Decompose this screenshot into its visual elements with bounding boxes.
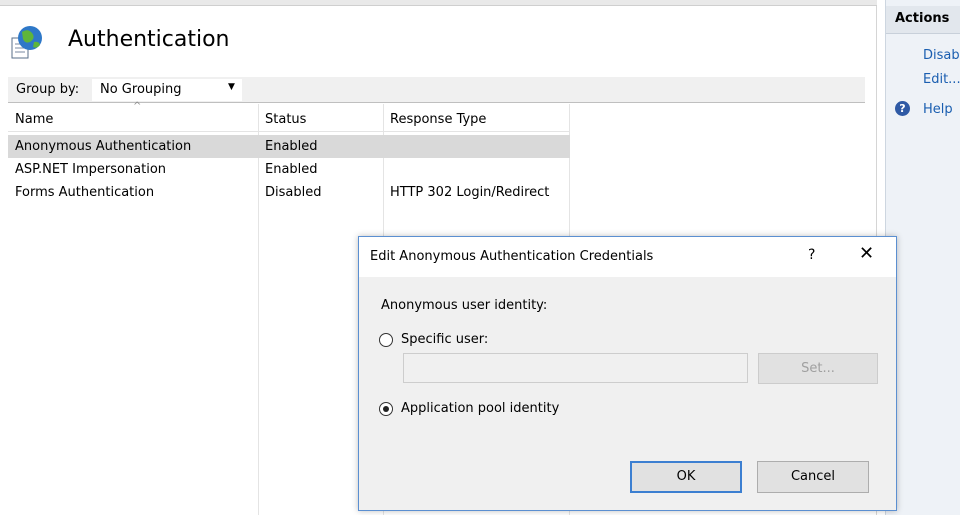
help-action-link[interactable]: Help bbox=[923, 102, 953, 117]
row-status: Disabled bbox=[265, 185, 322, 200]
column-header-name[interactable]: Name bbox=[15, 112, 53, 127]
column-header-status[interactable]: Status bbox=[265, 112, 306, 127]
top-strip bbox=[0, 0, 877, 6]
row-status: Enabled bbox=[265, 162, 318, 177]
page-title: Authentication bbox=[68, 27, 230, 52]
group-by-dropdown[interactable]: No Grouping ▼ bbox=[92, 79, 242, 101]
close-icon[interactable]: ✕ bbox=[859, 245, 874, 263]
app-pool-identity-label[interactable]: Application pool identity bbox=[401, 401, 559, 416]
cancel-button[interactable]: Cancel bbox=[757, 461, 869, 493]
row-name: Forms Authentication bbox=[15, 185, 155, 200]
specific-user-label[interactable]: Specific user: bbox=[401, 332, 488, 347]
group-by-bar: Group by: No Grouping ▼ bbox=[8, 77, 865, 103]
row-response-type: HTTP 302 Login/Redirect bbox=[390, 185, 550, 200]
disable-action-link[interactable]: Disab bbox=[923, 48, 960, 63]
set-button[interactable]: Set... bbox=[758, 353, 878, 384]
specific-user-radio[interactable] bbox=[379, 333, 393, 347]
grid-header: Name ^ Status Response Type bbox=[8, 101, 570, 132]
group-by-value: No Grouping bbox=[100, 82, 182, 97]
table-row[interactable]: ASP.NET Impersonation Enabled bbox=[8, 158, 570, 181]
dialog-help-button[interactable]: ? bbox=[808, 247, 815, 263]
table-row[interactable]: Forms Authentication Disabled HTTP 302 L… bbox=[8, 181, 570, 204]
ok-button[interactable]: OK bbox=[630, 461, 742, 493]
sort-ascending-icon: ^ bbox=[133, 101, 142, 112]
row-name: Anonymous Authentication bbox=[15, 139, 192, 154]
dialog-body: Anonymous user identity: Specific user: … bbox=[359, 277, 896, 510]
row-name: ASP.NET Impersonation bbox=[15, 162, 167, 177]
actions-title: Actions bbox=[886, 6, 960, 34]
edit-anonymous-credentials-dialog: Edit Anonymous Authentication Credential… bbox=[358, 236, 897, 511]
group-by-label: Group by: bbox=[16, 82, 80, 97]
chevron-down-icon: ▼ bbox=[228, 82, 235, 92]
app-pool-identity-radio[interactable] bbox=[379, 402, 393, 416]
row-status: Enabled bbox=[265, 139, 318, 154]
dialog-title: Edit Anonymous Authentication Credential… bbox=[370, 249, 654, 264]
dialog-titlebar: Edit Anonymous Authentication Credential… bbox=[359, 237, 896, 277]
authentication-globe-icon bbox=[11, 26, 42, 59]
help-icon: ? bbox=[895, 101, 910, 116]
table-row[interactable]: Anonymous Authentication Enabled bbox=[8, 135, 570, 158]
edit-action-link[interactable]: Edit... bbox=[923, 72, 960, 87]
column-header-response-type[interactable]: Response Type bbox=[390, 112, 486, 127]
specific-user-input[interactable] bbox=[403, 353, 748, 383]
identity-label: Anonymous user identity: bbox=[381, 298, 548, 313]
